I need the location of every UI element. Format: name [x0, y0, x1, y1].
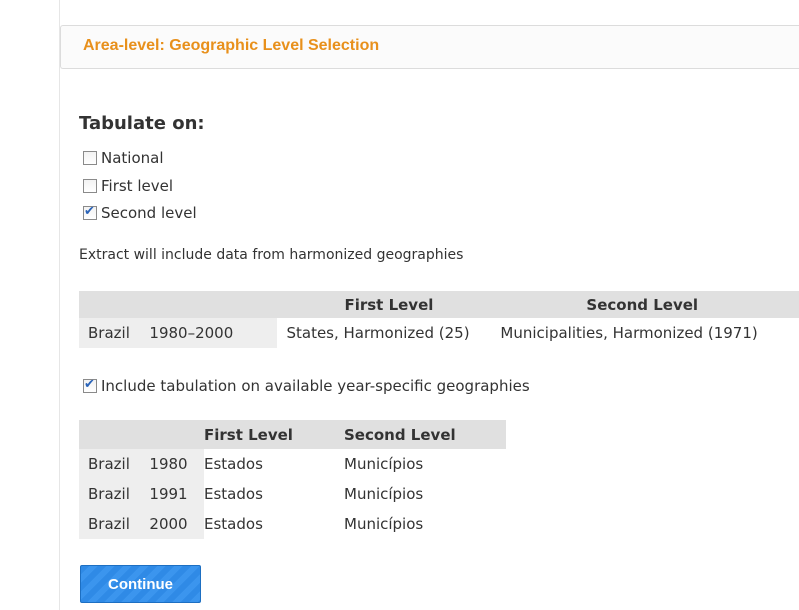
harmonized-table: First Level Second Level Brazil 1980–200… [79, 291, 799, 348]
tabulate-heading: Tabulate on: [79, 113, 205, 134]
harmonized-second-level-header: Second Level [500, 291, 799, 318]
year-cell: 1980 [149, 455, 188, 473]
second-level-cell: Municipalities, Harmonized (1971) [500, 324, 758, 342]
harmonized-header-row: First Level Second Level [79, 291, 799, 318]
first-level-cell: Estados [204, 485, 263, 503]
year-first-level-header: First Level [204, 420, 344, 449]
table-row: Brazil 2000 Estados Municípios [79, 509, 506, 539]
checkmark-icon: ✔ [84, 377, 95, 392]
country-cell: Brazil [88, 324, 130, 342]
country-cell: Brazil [88, 485, 130, 503]
panel-title: Area-level: Geographic Level Selection [83, 37, 380, 54]
first-level-cell: Estados [204, 455, 263, 473]
first-level-label: First level [101, 177, 174, 195]
checkmark-icon: ✔ [84, 204, 95, 219]
first-level-checkbox-row[interactable]: First level [83, 176, 173, 196]
harmonized-first-level-header: First Level [277, 291, 501, 318]
national-checkbox-row[interactable]: National [83, 148, 164, 168]
country-cell: Brazil [88, 515, 130, 533]
year-specific-label: Include tabulation on available year-spe… [101, 377, 530, 395]
year-cell: 2000 [149, 515, 188, 533]
table-row: Brazil 1980–2000 States, Harmonized (25)… [79, 318, 799, 348]
years-cell: 1980–2000 [149, 324, 234, 342]
national-label: National [101, 149, 164, 167]
first-level-cell: States, Harmonized (25) [286, 324, 470, 342]
national-checkbox[interactable] [83, 151, 97, 165]
harmonized-note: Extract will include data from harmonize… [79, 247, 464, 263]
table-row: Brazil 1991 Estados Municípios [79, 479, 506, 509]
second-level-cell: Municípios [344, 515, 424, 533]
second-level-cell: Municípios [344, 455, 424, 473]
second-level-label: Second level [101, 204, 197, 222]
year-header-row: First Level Second Level [79, 420, 506, 449]
panel-header: Area-level: Geographic Level Selection [60, 25, 799, 69]
year-specific-table: First Level Second Level Brazil 1980 Est… [79, 420, 506, 539]
harmonized-table-clip: First Level Second Level Brazil 1980–200… [79, 291, 799, 351]
table-row: Brazil 1980 Estados Municípios [79, 449, 506, 479]
first-level-checkbox[interactable] [83, 179, 97, 193]
continue-button[interactable]: Continue [80, 565, 201, 603]
country-cell: Brazil [88, 455, 130, 473]
year-cell: 1991 [149, 485, 188, 503]
second-level-cell: Municípios [344, 485, 424, 503]
second-level-checkbox[interactable]: ✔ [83, 204, 97, 220]
year-specific-checkbox[interactable]: ✔ [83, 377, 97, 393]
second-level-checkbox-row[interactable]: ✔ Second level [83, 203, 197, 223]
first-level-cell: Estados [204, 515, 263, 533]
year-specific-checkbox-row[interactable]: ✔ Include tabulation on available year-s… [83, 376, 530, 396]
year-second-level-header: Second Level [344, 420, 506, 449]
